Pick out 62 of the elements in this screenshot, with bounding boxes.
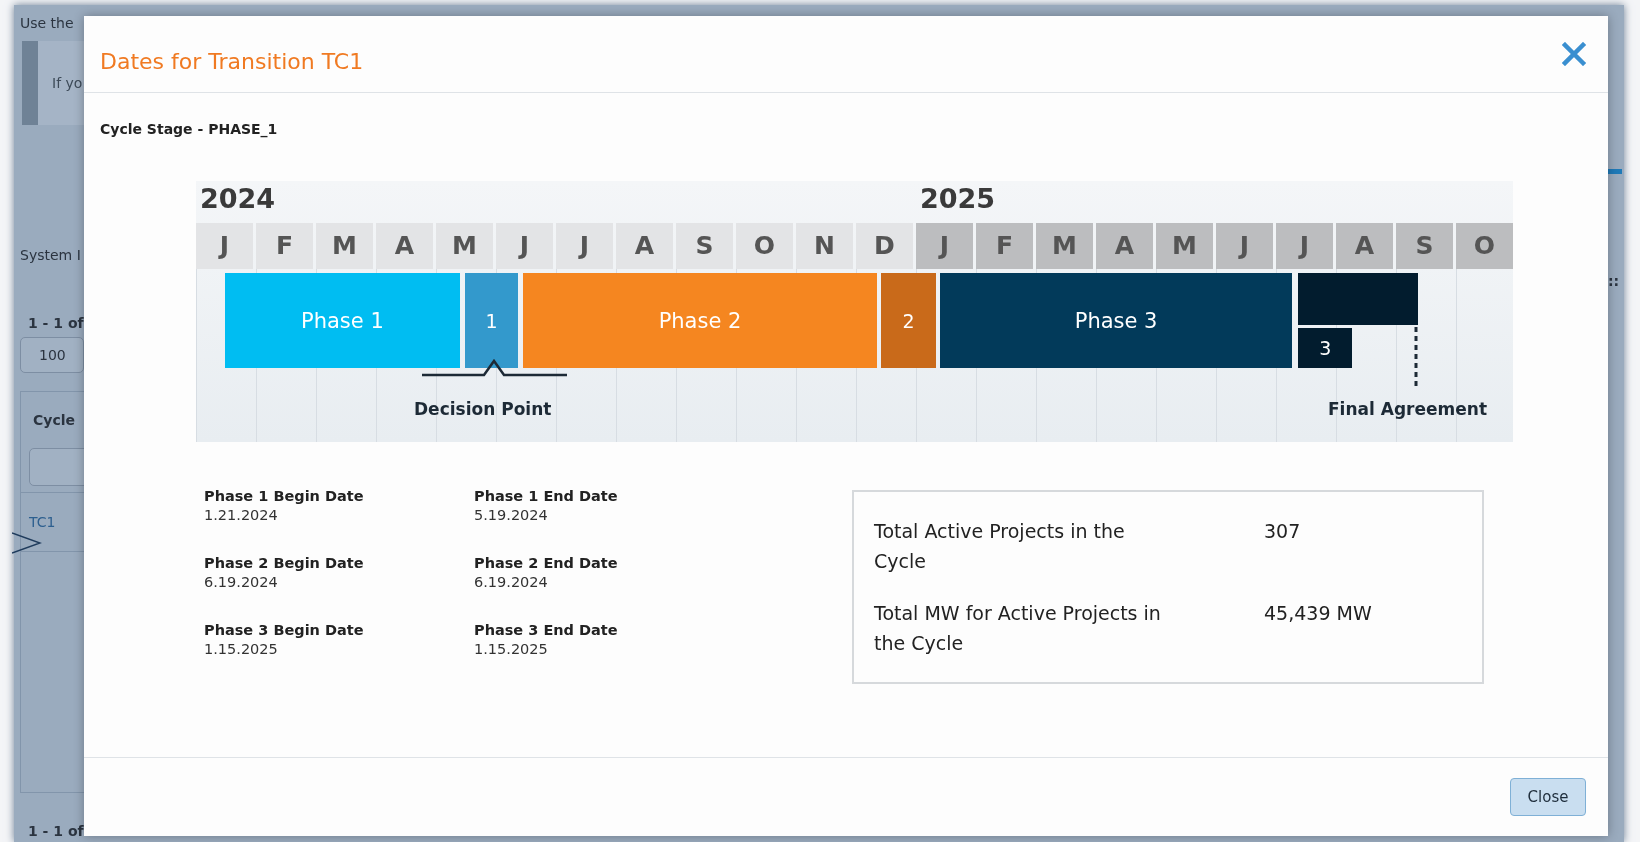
close-button[interactable]: Close (1510, 778, 1586, 816)
date-value: 5.19.2024 (474, 507, 549, 523)
month-label: A (376, 223, 433, 269)
column-header: Cycle (32, 411, 76, 430)
phase-bar: Phase 1 (224, 273, 460, 368)
summary-value: 307 (1264, 519, 1301, 544)
month-label: S (1396, 223, 1453, 269)
milestone-bar: 1 (464, 273, 519, 368)
date-value: 6.19.2024 (474, 574, 549, 590)
date-label: Phase 2 Begin Date (204, 555, 365, 571)
intro-text: Use the (20, 15, 74, 33)
month-label: M (436, 223, 493, 269)
section-label: System I (20, 247, 81, 263)
marker-label: Decision Point (414, 399, 552, 419)
month-label: A (1336, 223, 1393, 269)
dialog-title: Dates for Transition TC1 (100, 48, 364, 74)
date-label: Phase 1 End Date (474, 488, 619, 504)
month-label: O (1456, 223, 1513, 269)
month-label: N (796, 223, 853, 269)
month-label: J (916, 223, 973, 269)
label-text: :: (1608, 273, 1620, 289)
milestone-bar: 3 (1298, 328, 1353, 368)
marker-label: Final Agreement (1328, 399, 1487, 419)
phase-bar: Phase 2 (523, 273, 877, 368)
month-label: A (616, 223, 673, 269)
pointer-icon (12, 531, 42, 555)
close-icon[interactable] (1562, 42, 1586, 66)
year-label: 2025 (920, 183, 996, 214)
milestone-bar: 2 (881, 273, 936, 368)
date-value: 6.19.2024 (204, 574, 279, 590)
month-label: J (1276, 223, 1333, 269)
cycle-stage-label: Cycle Stage - PHASE_1 (100, 121, 279, 137)
date-label: Phase 1 Begin Date (204, 488, 365, 504)
month-label: A (1096, 223, 1153, 269)
year-label: 2024 (200, 183, 276, 214)
date-value: 1.15.2025 (474, 641, 549, 657)
month-label: S (676, 223, 733, 269)
month-label: M (1036, 223, 1093, 269)
date-label: Phase 3 Begin Date (204, 622, 365, 638)
month-label: J (556, 223, 613, 269)
notice-text: If yo (52, 75, 83, 91)
month-label: M (1156, 223, 1213, 269)
summary-value: 45,439 MW (1264, 601, 1372, 626)
date-label: Phase 2 End Date (474, 555, 619, 571)
month-label: J (1216, 223, 1273, 269)
date-value: 1.21.2024 (204, 507, 279, 523)
phase-bar: Phase 3 (940, 273, 1293, 368)
month-label: M (316, 223, 373, 269)
page-size-select[interactable]: 100 (20, 337, 84, 373)
dotted-line (1414, 327, 1418, 389)
pager-text: 1 - 1 of (28, 315, 84, 331)
month-label: F (256, 223, 313, 269)
month-label: J (496, 223, 553, 269)
summary-label: Total MW for Active Projects in the Cycle (874, 601, 1162, 656)
date-label: Phase 3 End Date (474, 622, 619, 638)
month-label: F (976, 223, 1033, 269)
summary-label: Total Active Projects in the Cycle (874, 519, 1126, 574)
month-label: J (196, 223, 253, 269)
month-label: D (856, 223, 913, 269)
pager-text: 1 - 1 of (28, 823, 84, 839)
month-label: O (736, 223, 793, 269)
date-value: 1.15.2025 (204, 641, 279, 657)
